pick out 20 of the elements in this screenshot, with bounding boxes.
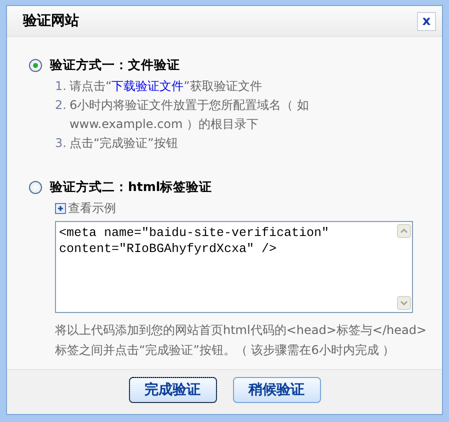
step-text: 请点击“下载验证文件”获取验证文件: [69, 78, 263, 95]
step-text: 6小时内将验证文件放置于您所配置域名（ 如www.example.com ）的根目录下: [69, 97, 310, 133]
expand-plus-icon[interactable]: [55, 203, 66, 214]
code-field[interactable]: <meta name="baidu-site-verification" content="RIoBGAhyfyrdXcxa" />: [55, 221, 413, 313]
step-number: 2.: [55, 97, 66, 114]
view-example-link[interactable]: 查看示例: [68, 200, 116, 217]
radio-button[interactable]: [29, 181, 42, 194]
meta-tag-code: <meta name="baidu-site-verification" content="RIoBGAhyfyrdXcxa" />: [58, 225, 330, 258]
window-title: 验证网站: [23, 12, 79, 30]
method-title: 验证方式二：html标签验证: [50, 179, 212, 196]
close-button[interactable]: x: [417, 12, 436, 30]
method-title: 验证方式一：文件验证: [50, 57, 180, 74]
step-text: 点击“完成验证”按钮: [69, 135, 179, 152]
instruction-text: 将以上代码添加到您的网站首页html代码的<head>标签与</head>标签之间并点击“完成验证”按钮。（ 该步骤需在6小时内完成 ）: [55, 322, 428, 359]
verify-button[interactable]: 完成验证: [128, 377, 216, 403]
radio-button[interactable]: [29, 59, 42, 72]
step-number: 1.: [55, 78, 66, 95]
verify-button[interactable]: 稍候验证: [232, 377, 320, 403]
step-number: 3.: [55, 135, 66, 152]
download-link[interactable]: 下载验证文件: [112, 79, 184, 93]
